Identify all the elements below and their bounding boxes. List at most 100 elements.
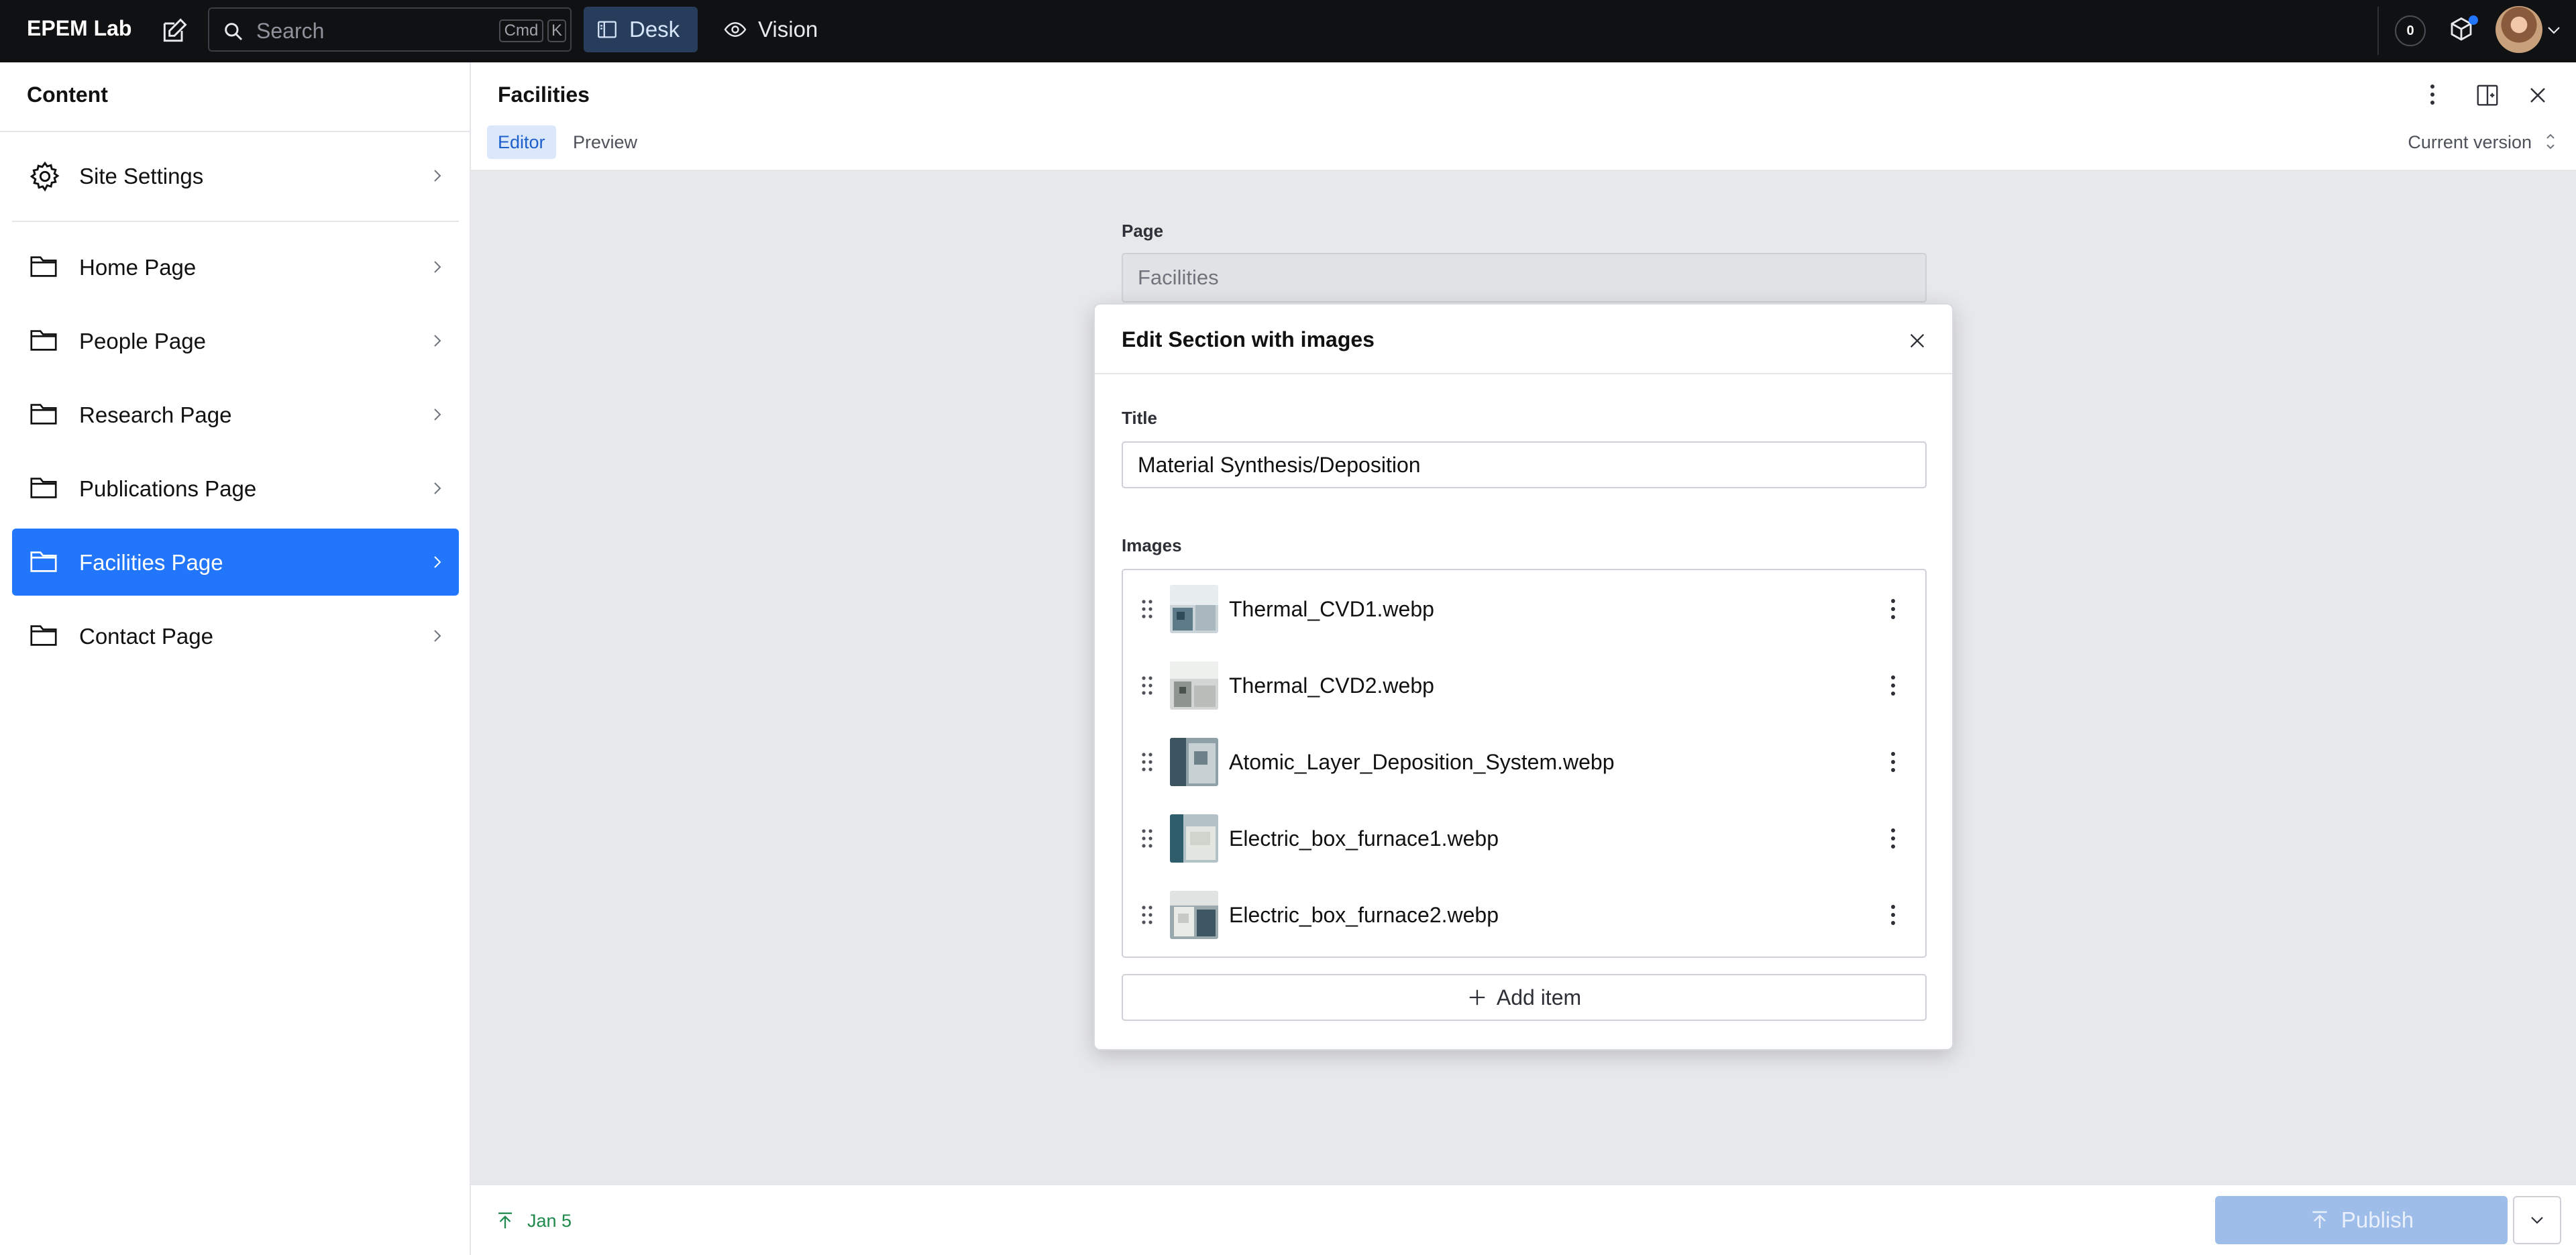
vision-tool-label: Vision	[758, 17, 818, 42]
image-filename: Atomic_Layer_Deposition_System.webp	[1229, 750, 1615, 774]
tab-preview[interactable]: Preview	[562, 125, 648, 159]
list-item[interactable]: Atomic_Layer_Deposition_System.webp	[1123, 723, 1925, 800]
divider	[1095, 373, 1952, 374]
image-filename: Electric_box_furnace1.webp	[1229, 826, 1499, 851]
publish-menu-button[interactable]	[2513, 1196, 2561, 1244]
chevron-right-icon	[432, 259, 443, 275]
version-selector[interactable]: Current version	[2408, 132, 2532, 153]
search-box[interactable]: Cmd K	[208, 7, 572, 52]
sidebar-item-label: Home Page	[79, 255, 197, 280]
publish-status[interactable]: Jan 5	[495, 1209, 572, 1232]
folder-icon	[28, 325, 59, 356]
page-field-label: Page	[1122, 221, 1164, 241]
image-thumbnail	[1170, 661, 1218, 710]
images-field-label: Images	[1122, 535, 1182, 555]
sidebar-item-label: Facilities Page	[79, 550, 223, 575]
publish-button[interactable]: Publish	[2215, 1196, 2508, 1244]
folder-icon	[28, 398, 59, 429]
list-item[interactable]: Thermal_CVD2.webp	[1123, 647, 1925, 723]
list-item[interactable]: Electric_box_furnace1.webp	[1123, 800, 1925, 876]
folder-icon	[28, 251, 59, 282]
document-footer: Jan 5 Publish	[471, 1184, 2576, 1255]
search-icon	[223, 21, 244, 42]
more-vertical-icon[interactable]	[1889, 597, 1897, 621]
more-vertical-icon[interactable]	[2427, 81, 2438, 108]
sidebar-item-site-settings[interactable]: Site Settings	[12, 142, 459, 209]
folder-icon	[28, 472, 59, 503]
shortcut-cmd-key: Cmd	[499, 19, 543, 42]
sidebar-item-people-page[interactable]: People Page	[12, 307, 459, 374]
edit-section-dialog: Edit Section with images Title Images Th…	[1093, 303, 1953, 1050]
title-field[interactable]	[1122, 441, 1927, 488]
chevron-right-icon	[432, 406, 443, 423]
document-title: Facilities	[498, 83, 590, 107]
chevron-up-down-icon[interactable]	[2545, 131, 2556, 152]
vision-tool-button[interactable]: Vision	[711, 7, 818, 52]
folder-icon	[28, 620, 59, 651]
drag-handle-icon[interactable]	[1140, 904, 1154, 926]
image-thumbnail	[1170, 585, 1218, 633]
drag-handle-icon[interactable]	[1140, 675, 1154, 696]
status-date: Jan 5	[527, 1210, 572, 1231]
image-filename: Electric_box_furnace2.webp	[1229, 903, 1499, 927]
page-field[interactable]: Facilities	[1122, 253, 1927, 303]
sidebar-item-research-page[interactable]: Research Page	[12, 381, 459, 448]
topbar-divider	[2377, 7, 2379, 55]
split-pane-icon[interactable]	[2474, 83, 2501, 108]
sidebar-item-facilities-page[interactable]: Facilities Page	[12, 529, 459, 596]
top-navbar: EPEM Lab Cmd K Desk Vision 0	[0, 0, 2576, 62]
drag-handle-icon[interactable]	[1140, 751, 1154, 773]
sidebar-title: Content	[27, 83, 108, 107]
more-vertical-icon[interactable]	[1889, 826, 1897, 851]
list-item[interactable]: Electric_box_furnace2.webp	[1123, 876, 1925, 952]
avatar[interactable]	[2496, 6, 2542, 53]
sidebar-item-contact-page[interactable]: Contact Page	[12, 602, 459, 669]
notification-badge[interactable]: 0	[2395, 15, 2426, 46]
content-sidebar: Content Site Settings Home Page People P…	[0, 62, 471, 1255]
gear-icon	[28, 160, 62, 193]
drag-handle-icon[interactable]	[1140, 828, 1154, 849]
sidebar-item-label: Publications Page	[79, 476, 257, 501]
tab-editor[interactable]: Editor	[487, 125, 556, 159]
add-item-button[interactable]: Add item	[1122, 974, 1927, 1021]
close-icon[interactable]	[1908, 331, 1927, 350]
desk-tool-label: Desk	[629, 17, 680, 42]
add-item-label: Add item	[1496, 985, 1582, 1010]
chevron-right-icon	[432, 554, 443, 570]
close-pane-icon[interactable]	[2528, 85, 2548, 105]
more-vertical-icon[interactable]	[1889, 673, 1897, 698]
image-thumbnail	[1170, 814, 1218, 863]
list-item[interactable]: Thermal_CVD1.webp	[1123, 570, 1925, 647]
sidebar-item-label: People Page	[79, 329, 206, 353]
chevron-right-icon	[432, 168, 443, 184]
update-dot	[2469, 15, 2478, 25]
publish-icon	[2312, 1211, 2327, 1228]
sidebar-item-home-page[interactable]: Home Page	[12, 233, 459, 301]
image-thumbnail	[1170, 891, 1218, 939]
divider	[0, 131, 470, 132]
sidebar-item-label: Site Settings	[79, 164, 204, 188]
chevron-right-icon	[432, 333, 443, 349]
more-vertical-icon[interactable]	[1889, 750, 1897, 774]
more-vertical-icon[interactable]	[1889, 903, 1897, 927]
chevron-right-icon	[432, 628, 443, 644]
image-thumbnail	[1170, 738, 1218, 786]
search-input[interactable]	[255, 17, 479, 45]
desk-tool-button[interactable]: Desk	[584, 7, 698, 52]
chevron-right-icon	[432, 480, 443, 496]
images-list: Thermal_CVD1.webp Thermal_CVD2.webp Atom…	[1122, 569, 1927, 958]
desk-icon	[598, 21, 616, 38]
chevron-down-icon	[2531, 1217, 2543, 1224]
document-header: Facilities Editor Preview Current versio…	[471, 62, 2576, 171]
published-arrow-icon	[498, 1212, 512, 1229]
title-field-label: Title	[1122, 408, 1157, 428]
drag-handle-icon[interactable]	[1140, 598, 1154, 620]
brand-title[interactable]: EPEM Lab	[27, 16, 131, 41]
compose-icon[interactable]	[160, 16, 189, 46]
shortcut-k-key: K	[547, 19, 566, 42]
plus-icon	[1469, 989, 1485, 1005]
chevron-down-icon[interactable]	[2546, 25, 2561, 35]
sidebar-item-label: Research Page	[79, 402, 232, 427]
sidebar-item-label: Contact Page	[79, 624, 213, 649]
sidebar-item-publications-page[interactable]: Publications Page	[12, 455, 459, 522]
